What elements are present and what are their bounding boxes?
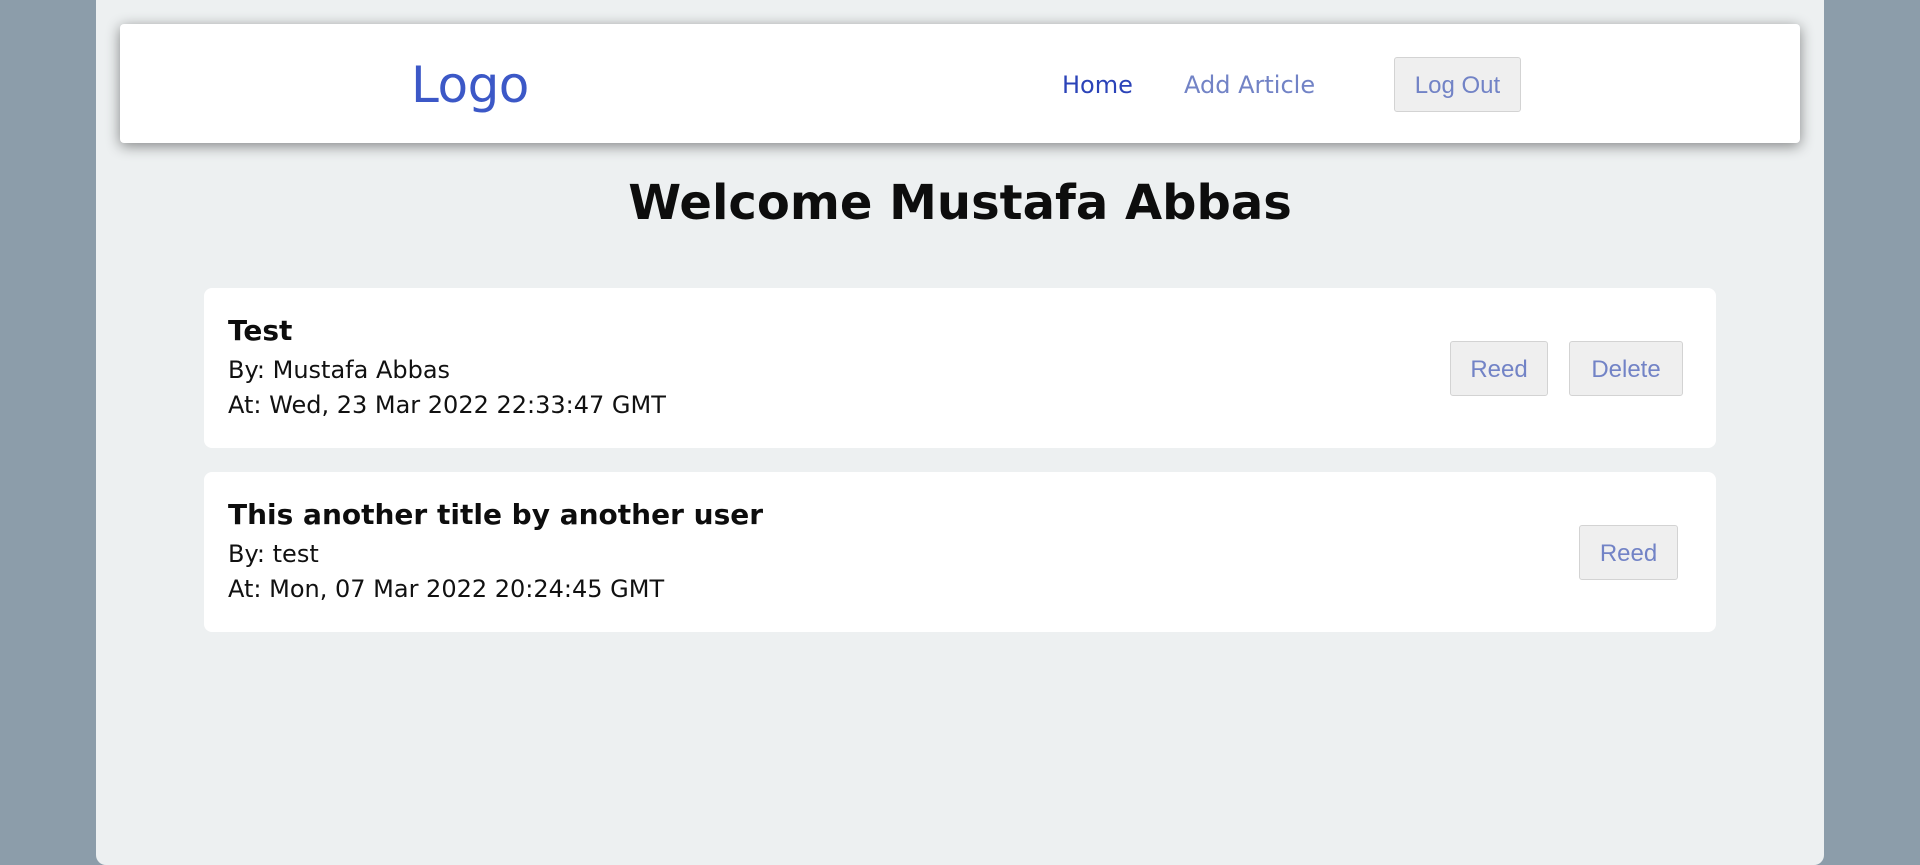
read-button[interactable]: Reed [1450, 341, 1548, 396]
page-title: Welcome Mustafa Abbas [628, 175, 1292, 231]
read-button[interactable]: Reed [1579, 525, 1678, 580]
article-date: At: Mon, 07 Mar 2022 20:24:45 GMT [228, 575, 665, 603]
article-author: By: Mustafa Abbas [228, 356, 451, 384]
delete-button[interactable]: Delete [1569, 341, 1683, 396]
app-container: Logo Home Add Article Log Out Welcome Mu… [96, 0, 1824, 865]
nav-link-add-article[interactable]: Add Article [1184, 69, 1315, 101]
navbar: Logo Home Add Article Log Out [120, 24, 1800, 143]
article-author: By: test [228, 540, 319, 568]
logout-button[interactable]: Log Out [1394, 57, 1521, 112]
article-card: This another title by another user By: t… [204, 472, 1716, 632]
logo[interactable]: Logo [411, 56, 529, 114]
article-title: Test [228, 314, 293, 347]
nav-link-home[interactable]: Home [1062, 69, 1133, 101]
article-date: At: Wed, 23 Mar 2022 22:33:47 GMT [228, 391, 666, 419]
article-title: This another title by another user [228, 498, 764, 531]
article-card: Test By: Mustafa Abbas At: Wed, 23 Mar 2… [204, 288, 1716, 448]
